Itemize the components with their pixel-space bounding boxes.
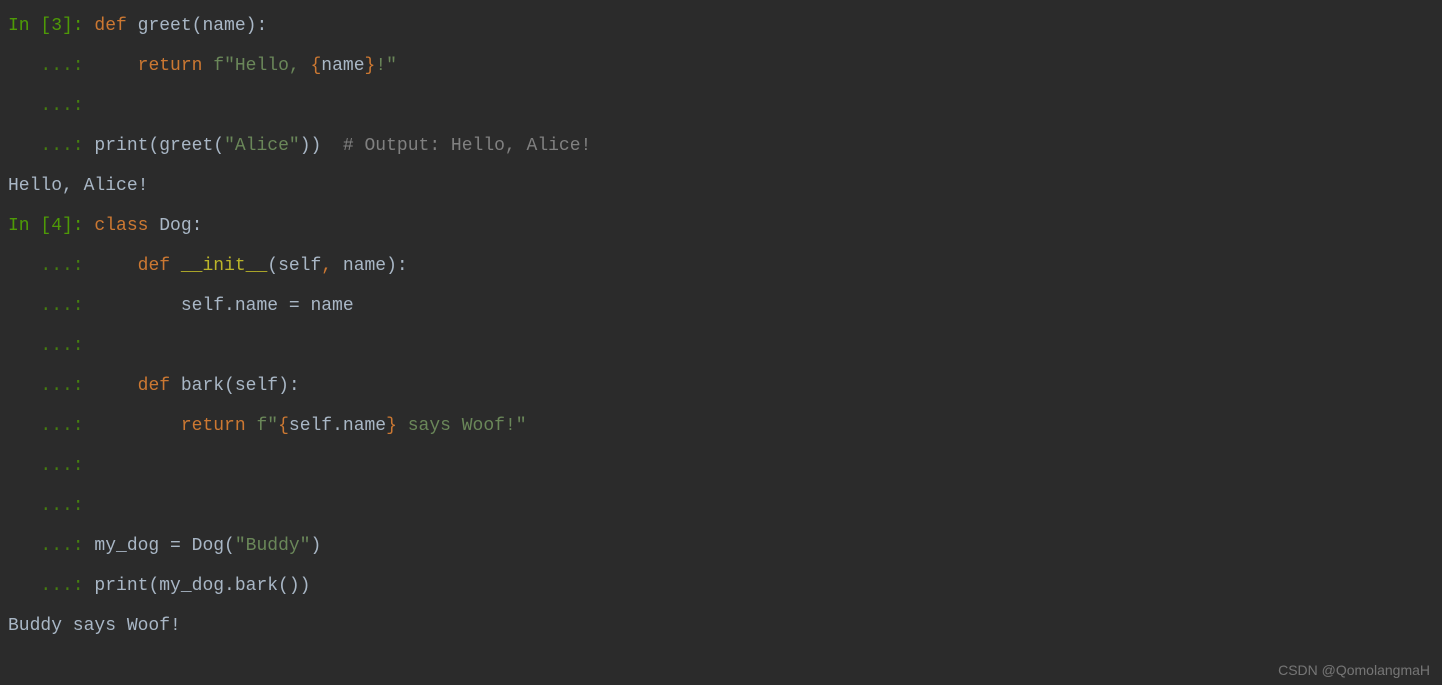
code-token: return xyxy=(138,56,214,76)
code-token: Dog: xyxy=(159,216,202,236)
code-line[interactable]: ...: xyxy=(8,486,1442,526)
code-token: )) xyxy=(300,136,322,156)
ipython-terminal[interactable]: In [3]: def greet(name): ...: return f"H… xyxy=(0,0,1442,646)
code-token xyxy=(94,256,137,276)
continuation-prompt: ...: xyxy=(8,336,94,356)
code-token xyxy=(94,376,137,396)
code-line[interactable]: In [3]: def greet(name): xyxy=(8,6,1442,46)
code-token: self.name xyxy=(289,416,386,436)
code-token: ) xyxy=(310,536,321,556)
code-line[interactable]: ...: return f"Hello, {name}!" xyxy=(8,46,1442,86)
continuation-prompt: ...: xyxy=(8,56,94,76)
code-token: class xyxy=(94,216,159,236)
output-text: Buddy says Woof! xyxy=(8,616,181,636)
code-token: , xyxy=(321,256,343,276)
code-line[interactable]: ...: print(greet("Alice")) # Output: Hel… xyxy=(8,126,1442,166)
continuation-prompt: ...: xyxy=(8,496,94,516)
code-line[interactable]: ...: return f"{self.name} says Woof!" xyxy=(8,406,1442,446)
code-token: !" xyxy=(375,56,397,76)
code-token: name): xyxy=(343,256,408,276)
code-token: def xyxy=(94,16,137,36)
continuation-prompt: ...: xyxy=(8,376,94,396)
code-line[interactable]: ...: xyxy=(8,446,1442,486)
code-token: # Output: Hello, Alice! xyxy=(321,136,591,156)
code-token: { xyxy=(310,56,321,76)
code-line[interactable]: ...: self.name = name xyxy=(8,286,1442,326)
code-line[interactable]: ...: print(my_dog.bark()) xyxy=(8,566,1442,606)
continuation-prompt: ...: xyxy=(8,456,94,476)
code-line[interactable]: In [4]: class Dog: xyxy=(8,206,1442,246)
output-line: Buddy says Woof! xyxy=(8,606,1442,646)
input-prompt: In [3]: xyxy=(8,16,94,36)
code-token: (self xyxy=(267,256,321,276)
code-token: says Woof!" xyxy=(397,416,527,436)
code-token: } xyxy=(365,56,376,76)
continuation-prompt: ...: xyxy=(8,96,94,116)
watermark: CSDN @QomolangmaH xyxy=(1278,661,1430,679)
code-token: bark xyxy=(181,376,224,396)
code-line[interactable]: ...: def __init__(self, name): xyxy=(8,246,1442,286)
code-token: my_dog = Dog( xyxy=(94,536,234,556)
continuation-prompt: ...: xyxy=(8,296,94,316)
code-token: { xyxy=(278,416,289,436)
code-token: "Alice" xyxy=(224,136,300,156)
code-token: def xyxy=(138,376,181,396)
code-token: __init__ xyxy=(181,256,267,276)
code-token: print xyxy=(94,576,148,596)
code-token: (name): xyxy=(192,16,268,36)
code-token: self.name = name xyxy=(94,296,353,316)
code-token: "Buddy" xyxy=(235,536,311,556)
code-line[interactable]: ...: xyxy=(8,326,1442,366)
output-text: Hello, Alice! xyxy=(8,176,148,196)
code-token: f"Hello, xyxy=(213,56,310,76)
code-token: greet xyxy=(138,16,192,36)
code-token: name xyxy=(321,56,364,76)
continuation-prompt: ...: xyxy=(8,256,94,276)
code-token: return xyxy=(181,416,257,436)
code-token: (self): xyxy=(224,376,300,396)
continuation-prompt: ...: xyxy=(8,536,94,556)
code-token xyxy=(94,56,137,76)
code-token: def xyxy=(138,256,181,276)
code-token: (greet( xyxy=(148,136,224,156)
code-token: print xyxy=(94,136,148,156)
code-token xyxy=(94,416,180,436)
code-token: f" xyxy=(256,416,278,436)
code-line[interactable]: ...: def bark(self): xyxy=(8,366,1442,406)
input-prompt: In [4]: xyxy=(8,216,94,236)
code-line[interactable]: ...: xyxy=(8,86,1442,126)
code-token: } xyxy=(386,416,397,436)
continuation-prompt: ...: xyxy=(8,136,94,156)
output-line: Hello, Alice! xyxy=(8,166,1442,206)
continuation-prompt: ...: xyxy=(8,576,94,596)
continuation-prompt: ...: xyxy=(8,416,94,436)
code-line[interactable]: ...: my_dog = Dog("Buddy") xyxy=(8,526,1442,566)
code-token: (my_dog.bark()) xyxy=(148,576,310,596)
